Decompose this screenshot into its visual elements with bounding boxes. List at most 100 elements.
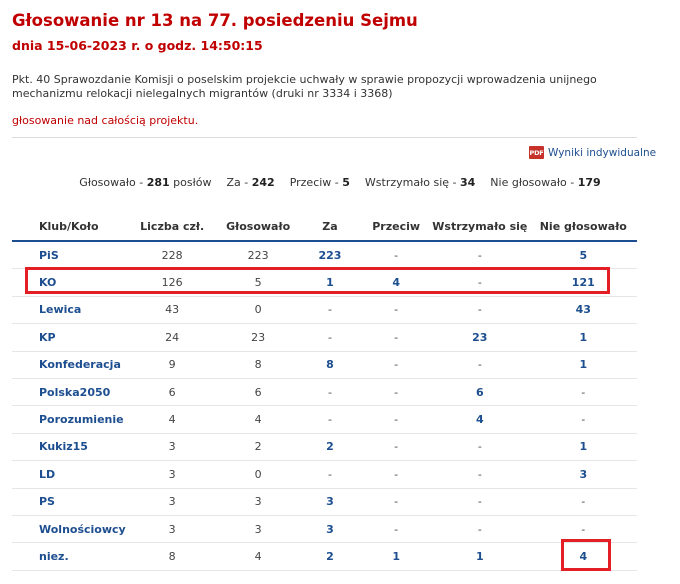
- count-link[interactable]: 121: [572, 276, 595, 289]
- count-cell: 4: [125, 405, 219, 434]
- count-cell: -: [297, 405, 363, 434]
- vote-description: Pkt. 40 Sprawozdanie Komisji o poselskim…: [12, 73, 597, 100]
- count-cell: -: [362, 241, 431, 270]
- club-link[interactable]: Konfederacja: [39, 358, 121, 371]
- club-link[interactable]: Wolnościowcy: [39, 523, 126, 536]
- count-cell: -: [430, 351, 530, 379]
- count-cell: 43: [529, 296, 637, 325]
- count-link[interactable]: 4: [476, 413, 484, 426]
- count-link[interactable]: 8: [326, 358, 334, 371]
- table-row: PiS 228 223 223- -5: [12, 241, 637, 270]
- club-cell: KO: [12, 268, 126, 297]
- summary-abstain: 34: [459, 176, 476, 189]
- club-link[interactable]: PS: [39, 495, 55, 508]
- count-cell: 8: [218, 351, 298, 379]
- count-link[interactable]: 3: [326, 523, 334, 536]
- table-row: KP 24 23- -23 1: [12, 323, 637, 352]
- count-cell: 3: [218, 488, 298, 516]
- count-link[interactable]: 3: [579, 468, 587, 481]
- count-cell: 3: [125, 515, 219, 544]
- count-cell: 43: [125, 296, 219, 325]
- count-link[interactable]: 1: [579, 358, 587, 371]
- club-link[interactable]: LD: [39, 468, 55, 481]
- count-link[interactable]: 1: [392, 550, 400, 563]
- count-cell: 3: [125, 433, 219, 462]
- count-cell: -: [430, 241, 530, 270]
- count-link[interactable]: 223: [318, 249, 341, 262]
- count-cell: -: [529, 488, 637, 516]
- count-cell: -: [297, 378, 363, 407]
- count-cell: -: [362, 460, 431, 489]
- pdf-icon: PDF: [529, 146, 544, 159]
- count-cell: -: [362, 488, 431, 516]
- col-header-voted: Głosowało: [218, 212, 298, 242]
- count-cell: 3: [529, 460, 637, 489]
- count-cell: -: [430, 433, 530, 462]
- count-link[interactable]: 1: [579, 440, 587, 453]
- results-table: Klub/Koło Liczba czł. Głosowało Za Przec…: [12, 212, 637, 571]
- count-cell: 4: [362, 268, 431, 297]
- club-link[interactable]: niez.: [39, 550, 69, 563]
- count-cell: 2: [297, 433, 363, 462]
- col-header-abstain: Wstrzymało się: [430, 212, 530, 242]
- count-cell: 2: [297, 542, 363, 571]
- table-row: Lewica 43 0- - -43: [12, 296, 637, 325]
- count-cell: 1: [297, 268, 363, 297]
- table-row: Porozumienie 4 4- -4-: [12, 405, 637, 434]
- club-link[interactable]: Lewica: [39, 303, 81, 316]
- table-row: KO 126 5 1 4 - 121: [12, 268, 637, 297]
- club-link[interactable]: Kukiz15: [39, 440, 88, 453]
- count-link[interactable]: 1: [579, 331, 587, 344]
- count-cell: -: [529, 378, 637, 407]
- count-link[interactable]: 3: [326, 495, 334, 508]
- count-link[interactable]: 6: [476, 386, 484, 399]
- summary-against: 5: [342, 176, 350, 189]
- count-cell: -: [430, 268, 530, 297]
- count-cell: 6: [430, 378, 530, 407]
- count-cell: -: [430, 460, 530, 489]
- count-cell: 3: [297, 515, 363, 544]
- count-cell: 5: [529, 241, 637, 270]
- club-link[interactable]: KO: [39, 276, 56, 289]
- count-link[interactable]: 4: [579, 550, 587, 563]
- results-header-row: Klub/Koło Liczba czł. Głosowało Za Przec…: [12, 212, 637, 242]
- club-link[interactable]: Polska2050: [39, 386, 110, 399]
- club-cell: PS: [12, 488, 126, 516]
- summary-not-voted: 179: [577, 176, 601, 189]
- count-cell: 2: [218, 433, 298, 462]
- summary-abstain-label: Wstrzymało się -: [364, 176, 457, 189]
- summary-for: 242: [251, 176, 275, 189]
- count-cell: 121: [529, 268, 637, 297]
- count-link[interactable]: 43: [576, 303, 591, 316]
- summary-voted: 281: [146, 176, 170, 189]
- summary-against-label: Przeciw -: [289, 176, 339, 189]
- table-row: Konfederacja 9 8 8- -1: [12, 351, 637, 379]
- count-cell: -: [362, 405, 431, 434]
- count-cell: 4: [218, 542, 298, 571]
- count-cell: 5: [218, 268, 298, 297]
- club-link[interactable]: KP: [39, 331, 56, 344]
- count-cell: 23: [430, 323, 530, 352]
- count-cell: 126: [125, 268, 219, 297]
- count-link[interactable]: 2: [326, 440, 334, 453]
- col-header-for: Za: [297, 212, 363, 242]
- count-cell: -: [362, 378, 431, 407]
- count-cell: 228: [125, 241, 219, 270]
- club-cell: LD: [12, 460, 126, 489]
- count-link[interactable]: 1: [476, 550, 484, 563]
- count-link[interactable]: 23: [472, 331, 487, 344]
- count-cell: 4: [218, 405, 298, 434]
- count-link[interactable]: 5: [579, 249, 587, 262]
- table-row: LD 3 0- - -3: [12, 460, 637, 489]
- count-link[interactable]: 1: [326, 276, 334, 289]
- divider: [12, 137, 637, 138]
- count-cell: 6: [125, 378, 219, 407]
- count-link[interactable]: 4: [392, 276, 400, 289]
- individual-results-link[interactable]: PDF Wyniki indywidualne: [529, 146, 656, 159]
- club-link[interactable]: PiS: [39, 249, 59, 262]
- summary-for-label: Za -: [226, 176, 249, 189]
- count-cell: 1: [430, 542, 530, 571]
- club-link[interactable]: Porozumienie: [39, 413, 124, 426]
- count-link[interactable]: 2: [326, 550, 334, 563]
- table-row: niez. 8 4 2 1 1 4: [12, 542, 637, 571]
